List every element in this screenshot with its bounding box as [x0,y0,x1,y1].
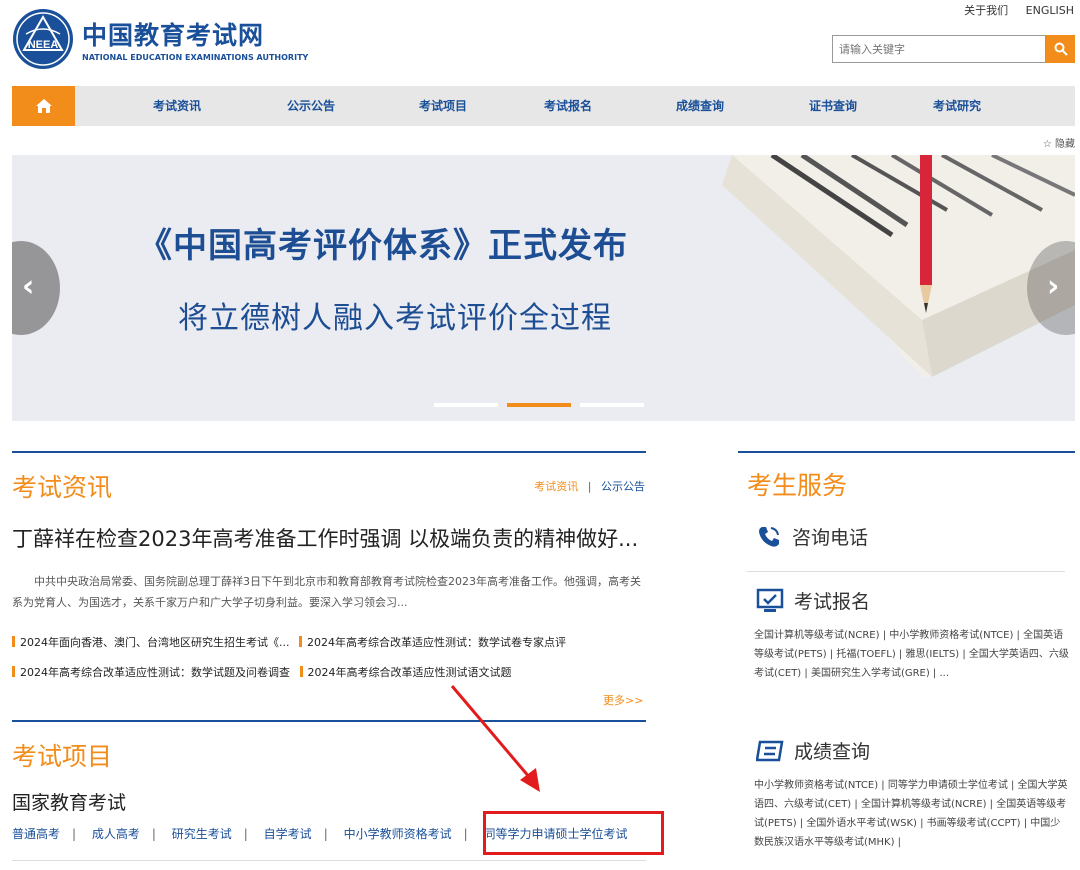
banner-title: 《中国高考评价体系》正式发布 [138,226,628,266]
news-headline[interactable]: 丁薛祥在检查2023年高考准备工作时强调 以极端负责的精神做好... [12,523,638,553]
chevron-right-icon: › [1047,269,1060,304]
link-separator: | [151,827,156,841]
link-self-study-exam[interactable]: 自学考试 [264,827,312,841]
svg-text:NEEA: NEEA [28,39,59,51]
news-list-row-2: 2024年高考综合改革适应性测试：数学试题及问卷调查 2024年高考综合改革适应… [12,664,512,680]
phone-icon [759,526,779,547]
news-item[interactable]: 2024年高考综合改革适应性测试：数学试题及问卷调查 [20,666,290,679]
news-item[interactable]: 2024年高考综合改革适应性测试：数学试卷专家点评 [307,636,566,649]
main-nav: 考试资讯 公示公告 考试项目 考试报名 成绩查询 证书查询 考试研究 [12,86,1075,126]
tab-announcements[interactable]: 公示公告 [601,480,645,493]
annotation-highlight-box [483,811,664,855]
search-input[interactable] [832,35,1046,63]
banner-indicator-2[interactable] [507,403,571,407]
logo-title: 中国教育考试网 [82,21,265,50]
bullet-bar [12,666,15,677]
tab-exam-news[interactable]: 考试资讯 [534,480,578,493]
logo-subtitle: NATIONAL EDUCATION EXAMINATIONS AUTHORIT… [82,53,309,62]
bullet-bar [299,666,303,677]
banner-subtitle: 将立德树人融入考试评价全过程 [178,301,612,336]
search-bar [832,35,1075,63]
nav-score-query[interactable]: 成绩查询 [676,86,724,126]
hide-banner-link[interactable]: ☆ 隐藏 [1043,135,1075,150]
hero-banner[interactable]: 《中国高考评价体系》正式发布 将立德树人融入考试评价全过程 ‹ › [12,155,1075,421]
registration-links[interactable]: 全国计算机等级考试(NCRE) | 中小学教师资格考试(NTCE) | 全国英语… [754,626,1069,683]
banner-indicator-1[interactable] [434,403,498,407]
score-query-item[interactable]: 成绩查询 [756,737,870,764]
bullet-bar [298,636,302,647]
consult-phone-label: 咨询电话 [792,527,869,549]
nav-exam-news[interactable]: 考试资讯 [153,86,201,126]
score-query-links[interactable]: 中小学教师资格考试(NTCE) | 同等学力申请硕士学位考试 | 全国大学英语四… [754,776,1069,852]
news-summary: 中共中央政治局常委、国务院副总理丁薛祥3日下午到北京市和教育部教育考试院检查20… [12,575,641,609]
link-graduate-exam[interactable]: 研究生考试 [172,827,232,841]
english-link[interactable]: ENGLISH [1026,4,1074,17]
annotation-arrow [450,685,540,792]
news-item[interactable]: 2024年面向香港、澳门、台湾地区研究生招生考试《... [20,636,289,649]
banner-indicators [434,403,653,407]
chevron-left-icon: ‹ [22,269,35,304]
news-tabs: 考试资讯 | 公示公告 [534,478,645,494]
news-heading: 考试资讯 [12,473,113,502]
tab-separator: | [587,480,592,493]
site-logo[interactable]: NEEA 中国教育考试网 NATIONAL EDUCATION EXAMINAT… [12,8,308,70]
projects-bottom-line [12,860,646,861]
link-separator: | [243,827,248,841]
score-list-icon [756,740,784,761]
bullet-bar [12,636,15,647]
banner-prev-button[interactable]: ‹ [12,241,60,335]
search-icon [1054,42,1068,56]
projects-heading: 考试项目 [12,742,113,771]
nav-exam-research[interactable]: 考试研究 [933,86,981,126]
projects-subheading: 国家教育考试 [12,792,127,814]
page: 关于我们 ENGLISH NEEA 中国教育考试网 NATIONAL EDUCA… [0,0,1080,870]
news-item[interactable]: 2024年高考综合改革适应性测试语文试题 [308,666,512,679]
score-query-title: 成绩查询 [794,741,871,763]
nav-announcements[interactable]: 公示公告 [287,86,335,126]
nav-exam-registration[interactable]: 考试报名 [544,86,592,126]
monitor-icon [756,588,784,612]
registration-item[interactable]: 考试报名 [756,587,870,614]
neea-emblem-icon: NEEA [13,9,73,69]
top-links: 关于我们 ENGLISH [950,2,1074,18]
link-teacher-qualification[interactable]: 中小学教师资格考试 [344,827,452,841]
services-divider [738,451,1075,453]
link-adult-exam[interactable]: 成人高考 [92,827,140,841]
nav-exam-projects[interactable]: 考试项目 [419,86,467,126]
book-pencil-image [722,155,1075,377]
search-button[interactable] [1046,35,1075,63]
consult-phone-item[interactable]: 咨询电话 [756,523,868,550]
about-us-link[interactable]: 关于我们 [964,4,1008,17]
registration-title: 考试报名 [794,591,871,613]
link-separator: | [463,827,468,841]
news-list-row-1: 2024年面向香港、澳门、台湾地区研究生招生考试《... 2024年高考综合改革… [12,634,566,650]
nav-certificate-query[interactable]: 证书查询 [809,86,857,126]
services-heading: 考生服务 [747,471,848,500]
banner-indicator-3[interactable] [580,403,644,407]
link-separator: | [72,827,77,841]
home-button[interactable] [12,86,75,126]
link-gaokao[interactable]: 普通高考 [12,827,60,841]
services-separator [747,571,1065,572]
link-separator: | [323,827,328,841]
home-icon [35,99,52,113]
news-divider [12,451,646,453]
more-news-link[interactable]: 更多>> [603,692,643,708]
